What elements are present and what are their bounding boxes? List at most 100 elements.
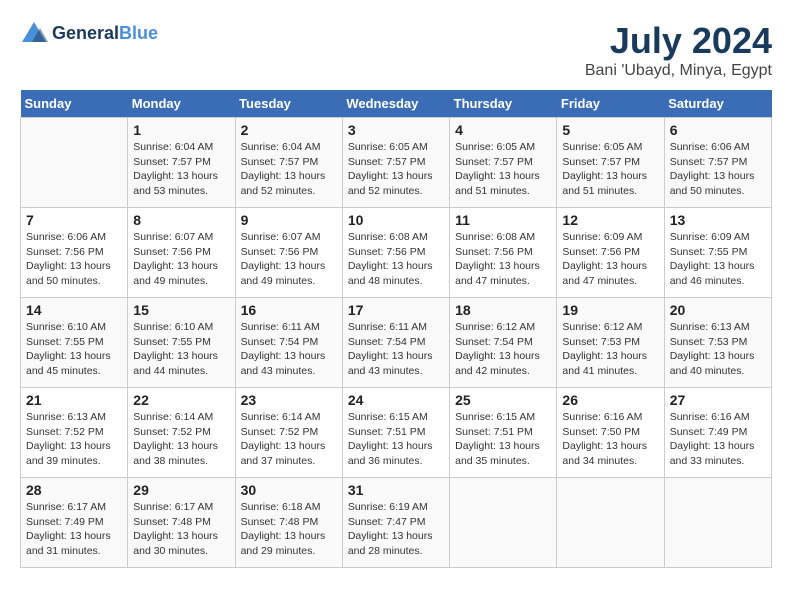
header-cell-wednesday: Wednesday bbox=[342, 90, 449, 118]
day-number: 29 bbox=[133, 482, 229, 498]
calendar-header: SundayMondayTuesdayWednesdayThursdayFrid… bbox=[21, 90, 772, 118]
day-info: Sunrise: 6:09 AM Sunset: 7:55 PM Dayligh… bbox=[670, 230, 766, 289]
day-number: 23 bbox=[241, 392, 337, 408]
day-cell: 16Sunrise: 6:11 AM Sunset: 7:54 PM Dayli… bbox=[235, 298, 342, 388]
day-number: 21 bbox=[26, 392, 122, 408]
day-info: Sunrise: 6:19 AM Sunset: 7:47 PM Dayligh… bbox=[348, 500, 444, 559]
day-number: 3 bbox=[348, 122, 444, 138]
day-cell: 15 Sunrise: 6:10 AM Sunset: 7:55 PM Dayli… bbox=[128, 298, 235, 388]
day-info: Sunrise: 6:05 AM Sunset: 7:57 PM Dayligh… bbox=[455, 140, 551, 199]
page-header: GeneralBlue July 2024 Bani 'Ubayd, Minya… bbox=[20, 20, 772, 80]
day-info: Sunrise: 6:07 AM Sunset: 7:56 PM Dayligh… bbox=[241, 230, 337, 289]
day-cell: 2 Sunrise: 6:04 AM Sunset: 7:57 PM Daylig… bbox=[235, 118, 342, 208]
day-info: Sunrise: 6:17 AM Sunset: 7:48 PM Dayligh… bbox=[133, 500, 229, 559]
month-year-title: July 2024 bbox=[585, 20, 772, 62]
day-info: Sunrise: 6:15 AM Sunset: 7:51 PM Dayligh… bbox=[348, 410, 444, 469]
day-info: Sunrise: 6:10 AM Sunset: 7:55 PM Dayligh… bbox=[133, 320, 229, 379]
day-number: 22 bbox=[133, 392, 229, 408]
day-cell: 27Sunrise: 6:16 AM Sunset: 7:49 PM Dayli… bbox=[664, 388, 771, 478]
day-cell: 8 Sunrise: 6:07 AM Sunset: 7:56 PM Daylig… bbox=[128, 208, 235, 298]
day-cell: 30Sunrise: 6:18 AM Sunset: 7:48 PM Dayli… bbox=[235, 478, 342, 568]
day-info: Sunrise: 6:12 AM Sunset: 7:53 PM Dayligh… bbox=[562, 320, 658, 379]
day-cell: 1Sunrise: 6:04 AM Sunset: 7:57 PM Daylig… bbox=[128, 118, 235, 208]
header-row: SundayMondayTuesdayWednesdayThursdayFrid… bbox=[21, 90, 772, 118]
day-number: 14 bbox=[26, 302, 122, 318]
day-cell: 6 Sunrise: 6:06 AM Sunset: 7:57 PM Daylig… bbox=[664, 118, 771, 208]
calendar-body: 1 Sunrise: 6:04 AM Sunset: 7:57 PM Daylig… bbox=[21, 118, 772, 568]
day-number: 26 bbox=[562, 392, 658, 408]
day-number: 12 bbox=[562, 212, 658, 228]
day-number: 6 bbox=[670, 122, 766, 138]
day-info: Sunrise: 6:10 AM Sunset: 7:55 PM Dayligh… bbox=[26, 320, 122, 379]
day-info: Sunrise: 6:11 AM Sunset: 7:54 PM Dayligh… bbox=[241, 320, 337, 379]
day-number: 13 bbox=[670, 212, 766, 228]
day-cell: 7Sunrise: 6:06 AM Sunset: 7:56 PM Daylig… bbox=[21, 208, 128, 298]
week-row-3: 14 Sunrise: 6:10 AM Sunset: 7:55 PM Dayli… bbox=[21, 298, 772, 388]
day-info: Sunrise: 6:14 AM Sunset: 7:52 PM Dayligh… bbox=[241, 410, 337, 469]
day-info: Sunrise: 6:16 AM Sunset: 7:49 PM Dayligh… bbox=[670, 410, 766, 469]
day-info: Sunrise: 6:16 AM Sunset: 7:50 PM Dayligh… bbox=[562, 410, 658, 469]
day-cell: 22 Sunrise: 6:14 AM Sunset: 7:52 PM Dayli… bbox=[128, 388, 235, 478]
day-info: Sunrise: 6:15 AM Sunset: 7:51 PM Dayligh… bbox=[455, 410, 551, 469]
day-info: Sunrise: 6:08 AM Sunset: 7:56 PM Dayligh… bbox=[455, 230, 551, 289]
day-cell: 20Sunrise: 6:13 AM Sunset: 7:53 PM Dayli… bbox=[664, 298, 771, 388]
day-number: 10 bbox=[348, 212, 444, 228]
week-row-2: 7Sunrise: 6:06 AM Sunset: 7:56 PM Daylig… bbox=[21, 208, 772, 298]
day-info: Sunrise: 6:04 AM Sunset: 7:57 PM Dayligh… bbox=[241, 140, 337, 199]
day-cell bbox=[664, 478, 771, 568]
day-info: Sunrise: 6:17 AM Sunset: 7:49 PM Dayligh… bbox=[26, 500, 122, 559]
week-row-4: 21 Sunrise: 6:13 AM Sunset: 7:52 PM Dayli… bbox=[21, 388, 772, 478]
day-number: 15 bbox=[133, 302, 229, 318]
day-number: 2 bbox=[241, 122, 337, 138]
day-cell: 13 Sunrise: 6:09 AM Sunset: 7:55 PM Dayli… bbox=[664, 208, 771, 298]
day-cell bbox=[21, 118, 128, 208]
logo-text: GeneralBlue bbox=[52, 24, 158, 44]
header-cell-thursday: Thursday bbox=[450, 90, 557, 118]
day-number: 7 bbox=[26, 212, 122, 228]
day-number: 17 bbox=[348, 302, 444, 318]
day-number: 31 bbox=[348, 482, 444, 498]
day-number: 1 bbox=[133, 122, 229, 138]
day-cell: 5Sunrise: 6:05 AM Sunset: 7:57 PM Daylig… bbox=[557, 118, 664, 208]
day-cell: 23 Sunrise: 6:14 AM Sunset: 7:52 PM Dayli… bbox=[235, 388, 342, 478]
day-cell: 18 Sunrise: 6:12 AM Sunset: 7:54 PM Dayli… bbox=[450, 298, 557, 388]
day-cell: 24 Sunrise: 6:15 AM Sunset: 7:51 PM Dayli… bbox=[342, 388, 449, 478]
day-cell: 29 Sunrise: 6:17 AM Sunset: 7:48 PM Dayli… bbox=[128, 478, 235, 568]
title-block: July 2024 Bani 'Ubayd, Minya, Egypt bbox=[585, 20, 772, 80]
day-cell: 28Sunrise: 6:17 AM Sunset: 7:49 PM Dayli… bbox=[21, 478, 128, 568]
location-subtitle: Bani 'Ubayd, Minya, Egypt bbox=[585, 62, 772, 80]
day-info: Sunrise: 6:13 AM Sunset: 7:53 PM Dayligh… bbox=[670, 320, 766, 379]
header-cell-sunday: Sunday bbox=[21, 90, 128, 118]
header-cell-tuesday: Tuesday bbox=[235, 90, 342, 118]
day-cell: 14 Sunrise: 6:10 AM Sunset: 7:55 PM Dayli… bbox=[21, 298, 128, 388]
day-cell bbox=[450, 478, 557, 568]
day-info: Sunrise: 6:14 AM Sunset: 7:52 PM Dayligh… bbox=[133, 410, 229, 469]
day-number: 25 bbox=[455, 392, 551, 408]
logo-icon bbox=[20, 20, 48, 48]
day-cell: 31 Sunrise: 6:19 AM Sunset: 7:47 PM Dayli… bbox=[342, 478, 449, 568]
day-info: Sunrise: 6:13 AM Sunset: 7:52 PM Dayligh… bbox=[26, 410, 122, 469]
day-cell: 9 Sunrise: 6:07 AM Sunset: 7:56 PM Daylig… bbox=[235, 208, 342, 298]
day-info: Sunrise: 6:11 AM Sunset: 7:54 PM Dayligh… bbox=[348, 320, 444, 379]
day-cell: 25 Sunrise: 6:15 AM Sunset: 7:51 PM Dayli… bbox=[450, 388, 557, 478]
day-info: Sunrise: 6:07 AM Sunset: 7:56 PM Dayligh… bbox=[133, 230, 229, 289]
day-number: 4 bbox=[455, 122, 551, 138]
day-cell: 4 Sunrise: 6:05 AM Sunset: 7:57 PM Daylig… bbox=[450, 118, 557, 208]
week-row-1: 1 Sunrise: 6:04 AM Sunset: 7:57 PM Daylig… bbox=[21, 118, 772, 208]
day-number: 8 bbox=[133, 212, 229, 228]
day-number: 18 bbox=[455, 302, 551, 318]
day-number: 30 bbox=[241, 482, 337, 498]
day-number: 24 bbox=[348, 392, 444, 408]
day-cell: 26 Sunrise: 6:16 AM Sunset: 7:50 PM Dayli… bbox=[557, 388, 664, 478]
day-cell: 11 Sunrise: 6:08 AM Sunset: 7:56 PM Dayli… bbox=[450, 208, 557, 298]
day-cell: 19 Sunrise: 6:12 AM Sunset: 7:53 PM Dayli… bbox=[557, 298, 664, 388]
day-cell: 12Sunrise: 6:09 AM Sunset: 7:56 PM Dayli… bbox=[557, 208, 664, 298]
day-number: 19 bbox=[562, 302, 658, 318]
day-cell bbox=[557, 478, 664, 568]
day-number: 11 bbox=[455, 212, 551, 228]
header-cell-saturday: Saturday bbox=[664, 90, 771, 118]
day-info: Sunrise: 6:06 AM Sunset: 7:57 PM Dayligh… bbox=[670, 140, 766, 199]
calendar-table: SundayMondayTuesdayWednesdayThursdayFrid… bbox=[20, 90, 772, 568]
day-info: Sunrise: 6:12 AM Sunset: 7:54 PM Dayligh… bbox=[455, 320, 551, 379]
day-number: 9 bbox=[241, 212, 337, 228]
